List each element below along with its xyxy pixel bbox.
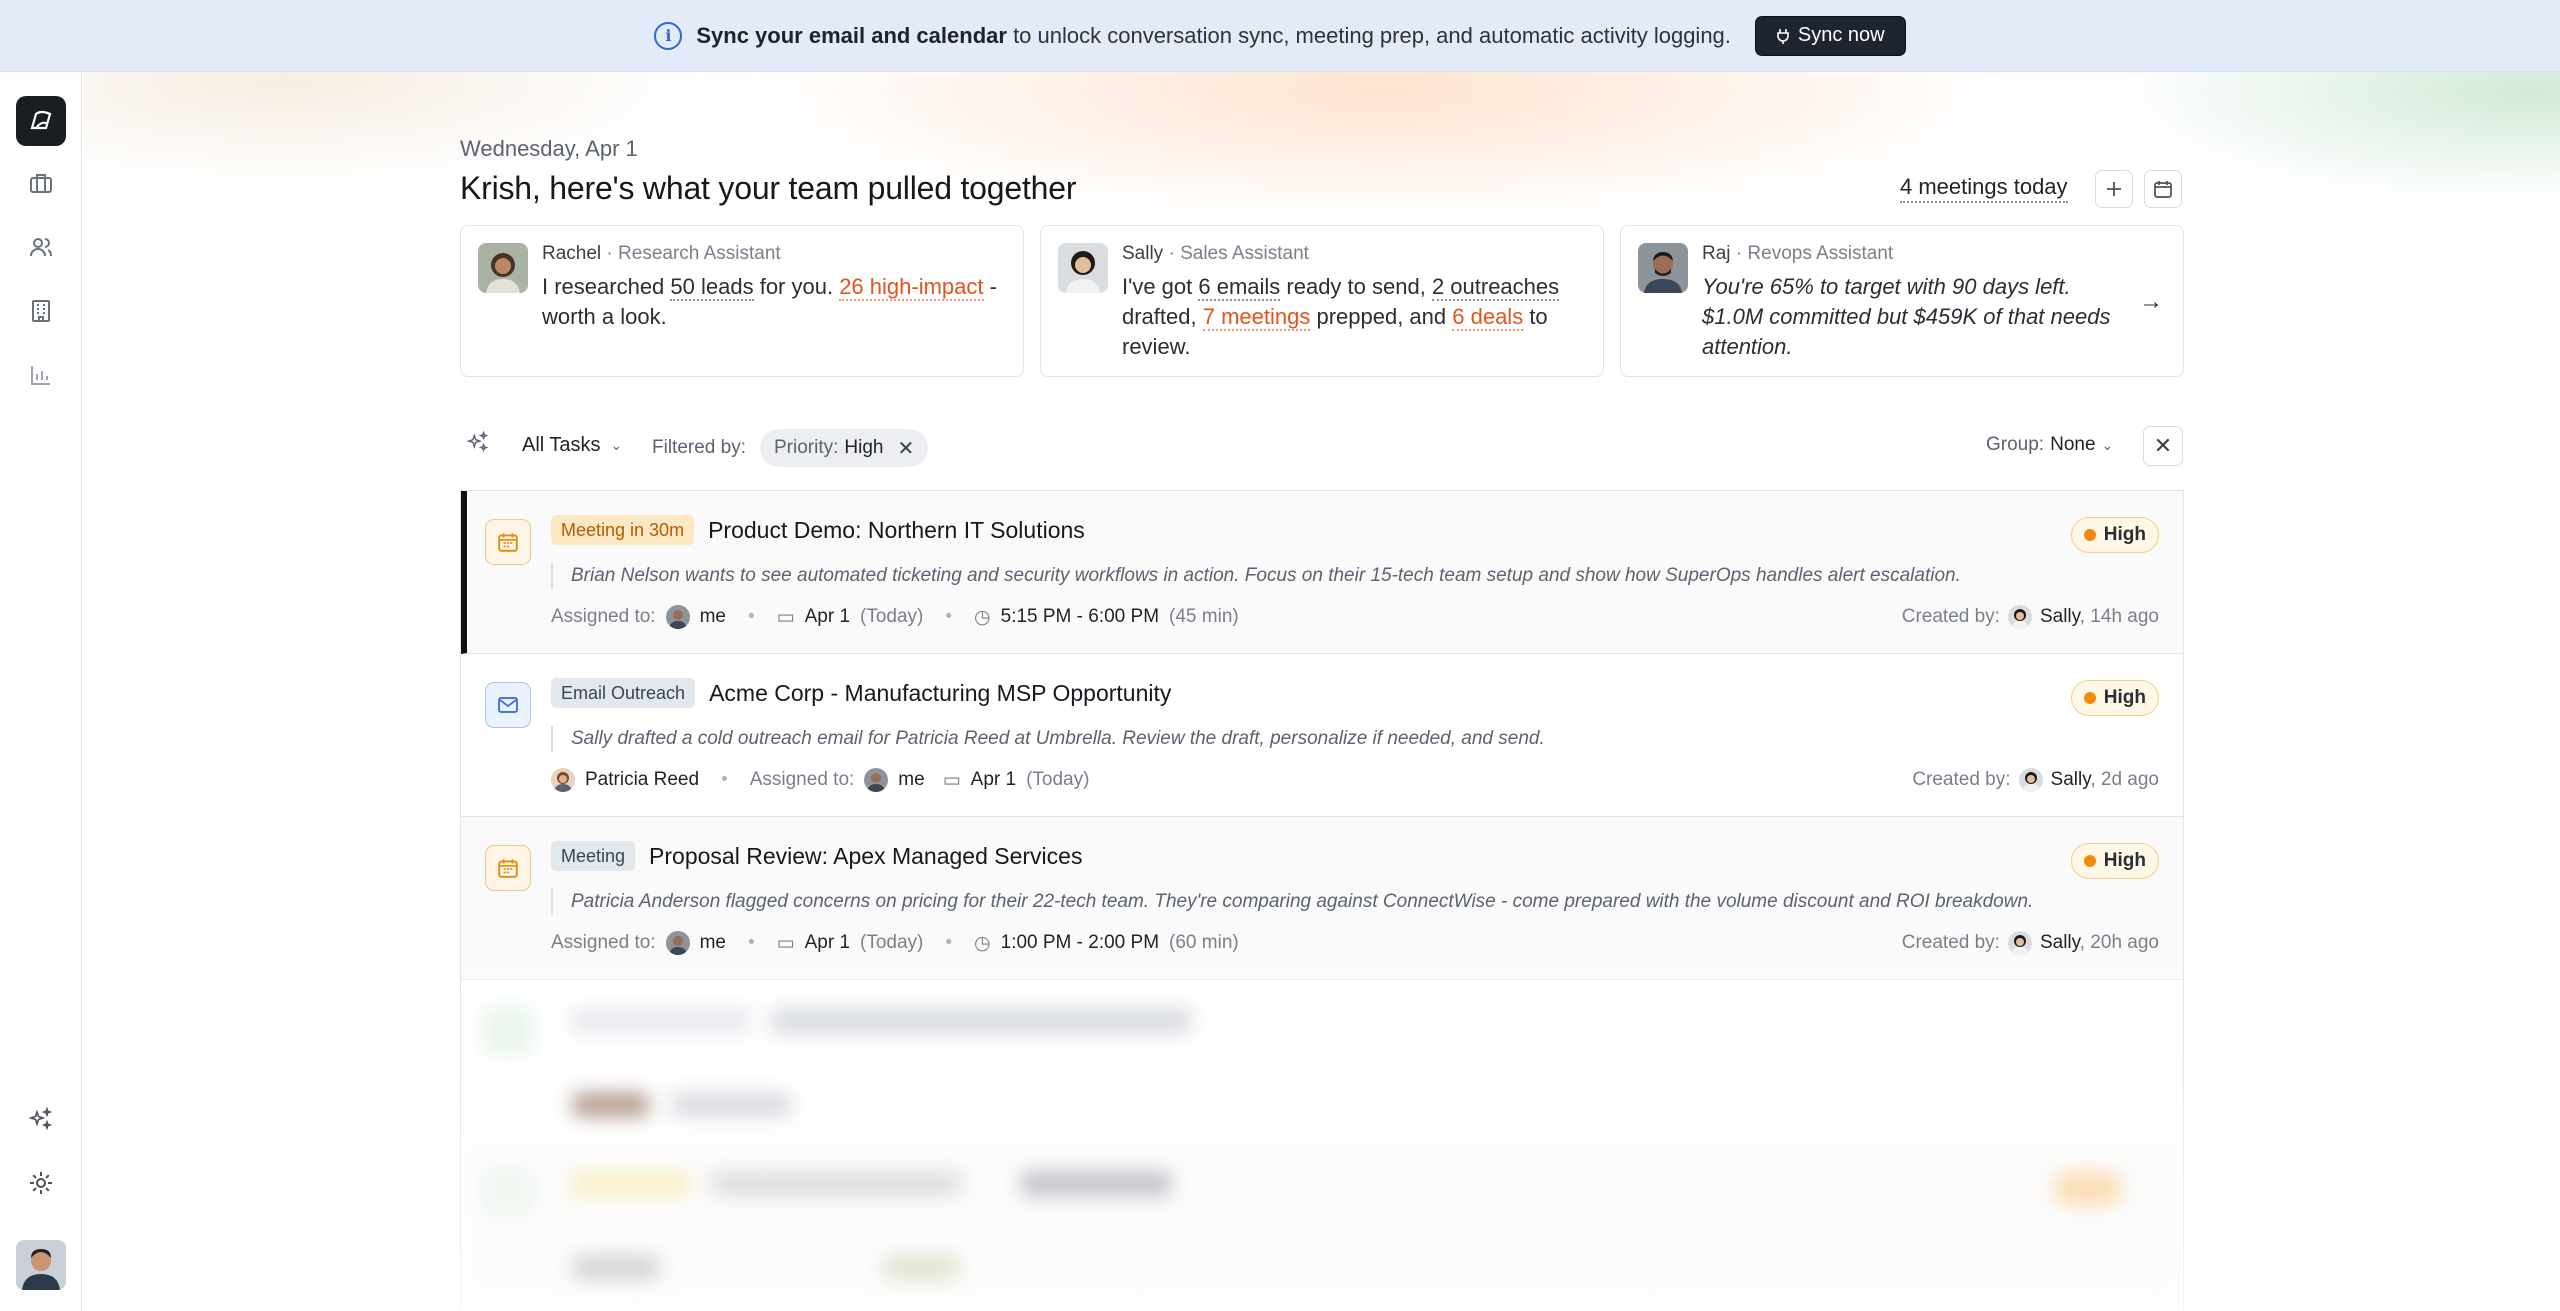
priority-badge[interactable]: High: [2070, 843, 2159, 879]
calendar-icon: [2154, 181, 2172, 198]
assistant-card-raj[interactable]: Raj · Revops Assistant You're 65% to tar…: [1620, 225, 2184, 377]
assignee-avatar: [864, 768, 889, 792]
task-meta: Patricia Reed • Assigned to: me ▭ Apr 1(…: [551, 768, 1089, 792]
calendar-small-icon: ▭: [776, 932, 795, 954]
view-selector[interactable]: All Tasks ⌄: [522, 434, 622, 457]
task-created-by: Created by: Sally, 2d ago: [1912, 768, 2159, 792]
meetings-link[interactable]: 7 meetings: [1202, 304, 1311, 331]
task-title[interactable]: Acme Corp - Manufacturing MSP Opportunit…: [709, 680, 1171, 707]
calendar-small-icon: ▭: [942, 769, 961, 791]
contact-name[interactable]: Patricia Reed: [585, 769, 699, 791]
assistant-card-rachel[interactable]: Rachel · Research Assistant I researched…: [460, 225, 1024, 377]
contact-avatar: [551, 768, 575, 792]
calendar-icon: [485, 519, 531, 565]
calendar-small-icon: ▭: [776, 606, 795, 628]
creator-avatar: [2018, 768, 2043, 792]
assistant-name: Raj · Revops Assistant: [1702, 243, 1894, 264]
sidebar: [0, 72, 82, 1311]
sync-now-button[interactable]: Sync now: [1754, 15, 1906, 56]
mail-icon: [485, 682, 531, 728]
add-button[interactable]: [2095, 170, 2133, 208]
task-description: Sally drafted a cold outreach email for …: [551, 726, 2083, 752]
chart-icon[interactable]: [26, 360, 56, 390]
chevron-down-icon: ⌄: [610, 437, 623, 453]
clock-icon: ◷: [974, 606, 991, 628]
creator-avatar: [2007, 931, 2032, 955]
assistant-name: Sally · Sales Assistant: [1122, 243, 1309, 264]
page-title: Krish, here's what your team pulled toge…: [460, 170, 1077, 206]
assistant-message: You're 65% to target with 90 days left. …: [1702, 274, 2111, 359]
task-description: Patricia Anderson flagged concerns on pr…: [551, 889, 2083, 915]
task-tag: Email Outreach: [551, 678, 696, 708]
task-title[interactable]: Proposal Review: Apex Managed Services: [649, 843, 1082, 870]
task-row[interactable]: Meeting Proposal Review: Apex Managed Se…: [461, 817, 2183, 980]
priority-badge[interactable]: High: [2070, 517, 2159, 553]
sync-banner: i Sync your email and calendar to unlock…: [0, 0, 2560, 72]
emails-link[interactable]: 6 emails: [1198, 274, 1281, 301]
briefcase-icon[interactable]: [26, 168, 56, 198]
task-row[interactable]: Email Outreach Acme Corp - Manufacturing…: [461, 654, 2183, 817]
banner-text: Sync your email and calendar to unlock c…: [696, 22, 1731, 48]
assistant-message: I researched 50 leads for you. 26 high-i…: [542, 274, 997, 329]
sparkle-filter-icon[interactable]: [466, 430, 496, 460]
task-tag: Meeting: [551, 841, 636, 871]
page-date: Wednesday, Apr 1: [460, 136, 638, 161]
assignee-avatar: [665, 605, 690, 629]
chevron-down-icon: ⌄: [2101, 436, 2114, 453]
assistant-name: Rachel · Research Assistant: [542, 243, 781, 264]
outreaches-link[interactable]: 2 outreaches: [1431, 274, 1560, 301]
priority-filter-chip[interactable]: Priority: High ✕: [760, 429, 929, 467]
task-description: Brian Nelson wants to see automated tick…: [551, 563, 2083, 589]
info-icon: i: [654, 21, 683, 50]
clock-icon: ◷: [974, 932, 991, 954]
task-created-by: Created by: Sally, 14h ago: [1901, 605, 2159, 629]
task-created-by: Created by: Sally, 20h ago: [1901, 931, 2159, 955]
task-list: Meeting in 30m Product Demo: Northern IT…: [460, 490, 2184, 1310]
task-meta: Assigned to: me • ▭ Apr 1 (Today) • ◷ 5:1…: [551, 605, 1239, 629]
calendar-icon: [485, 845, 531, 891]
meetings-today-link[interactable]: 4 meetings today: [1900, 174, 2068, 203]
priority-badge[interactable]: High: [2070, 680, 2159, 716]
building-icon[interactable]: [26, 296, 56, 326]
close-icon: ✕: [2153, 433, 2173, 458]
app-logo[interactable]: [16, 96, 66, 146]
high-impact-link[interactable]: 26 high-impact: [839, 274, 984, 301]
task-title[interactable]: Product Demo: Northern IT Solutions: [708, 517, 1085, 544]
people-icon[interactable]: [26, 232, 56, 262]
task-row[interactable]: Meeting in 30m Product Demo: Northern IT…: [461, 491, 2183, 654]
deals-link[interactable]: 6 deals: [1452, 304, 1524, 331]
task-meta: Assigned to: me • ▭ Apr 1 (Today) • ◷ 1:0…: [551, 931, 1239, 955]
user-avatar[interactable]: [16, 1240, 66, 1290]
arrow-right-icon[interactable]: →: [2139, 288, 2163, 316]
filtered-by-label: Filtered by:: [652, 437, 746, 458]
assistant-card-sally[interactable]: Sally · Sales Assistant I've got 6 email…: [1040, 225, 1604, 377]
calendar-button[interactable]: [2144, 170, 2182, 208]
remove-filter-icon[interactable]: ✕: [897, 436, 914, 461]
clear-filters-button[interactable]: ✕: [2143, 426, 2183, 466]
raj-avatar: [1638, 243, 1688, 293]
plus-icon: [2107, 182, 2121, 196]
creator-avatar: [2007, 605, 2032, 629]
sally-avatar: [1058, 243, 1108, 293]
blurred-task-row: [461, 1143, 2183, 1306]
rachel-avatar: [478, 243, 528, 293]
leads-link[interactable]: 50 leads: [670, 274, 754, 301]
group-selector[interactable]: Group: None ⌄: [1986, 434, 2113, 456]
assistant-message: I've got 6 emails ready to send, 2 outre…: [1122, 274, 1560, 359]
assignee-avatar: [665, 931, 690, 955]
blurred-task-row: [461, 980, 2183, 1143]
sparkle-icon[interactable]: [26, 1104, 56, 1134]
task-tag: Meeting in 30m: [551, 515, 695, 545]
plug-icon: [1777, 28, 1789, 44]
gear-icon[interactable]: [26, 1168, 56, 1198]
